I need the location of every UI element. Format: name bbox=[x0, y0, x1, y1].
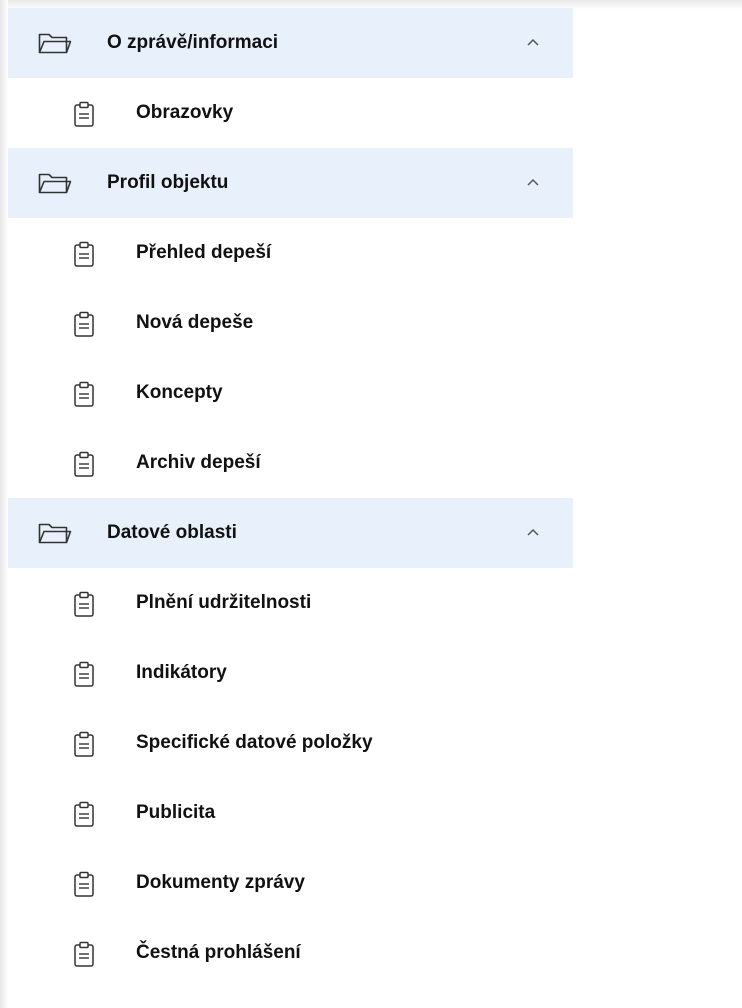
nav-item-dokumenty-zpravy[interactable]: Dokumenty zprávy bbox=[8, 848, 573, 918]
clipboard-icon bbox=[74, 801, 94, 827]
left-edge bbox=[0, 0, 8, 1008]
clipboard-icon bbox=[74, 381, 94, 407]
sidebar-nav: O zprávě/informaci Obrazovky Profil obje… bbox=[8, 8, 573, 1008]
nav-item-label: Přehled depeší bbox=[136, 242, 272, 263]
nav-item-label: Dokumenty zprávy bbox=[136, 872, 305, 893]
clipboard-icon bbox=[74, 661, 94, 687]
folder-icon bbox=[38, 33, 72, 54]
section-title: O zprávě/informaci bbox=[107, 32, 279, 53]
nav-item-label: Koncepty bbox=[136, 382, 223, 403]
folder-icon bbox=[38, 523, 72, 544]
clipboard-icon bbox=[74, 101, 94, 127]
nav-item-indikatory[interactable]: Indikátory bbox=[8, 638, 573, 708]
clipboard-icon bbox=[74, 871, 94, 897]
chevron-up-icon[interactable] bbox=[526, 177, 540, 187]
nav-item-label: Nová depeše bbox=[136, 312, 254, 333]
nav-item-koncepty[interactable]: Koncepty bbox=[8, 358, 573, 428]
section-header-datove-oblasti[interactable]: Datové oblasti bbox=[8, 498, 573, 568]
page: O zprávě/informaci Obrazovky Profil obje… bbox=[0, 0, 742, 1008]
nav-item-label: Specifické datové položky bbox=[136, 732, 373, 753]
nav-item-obrazovky[interactable]: Obrazovky bbox=[8, 78, 573, 148]
nav-item-publicita[interactable]: Publicita bbox=[8, 778, 573, 848]
clipboard-icon bbox=[74, 731, 94, 757]
clipboard-icon bbox=[74, 241, 94, 267]
nav-item-label: Plnění udržitelnosti bbox=[136, 592, 312, 613]
folder-icon bbox=[38, 173, 72, 194]
chevron-up-icon[interactable] bbox=[526, 527, 540, 537]
section-title: Datové oblasti bbox=[107, 522, 237, 543]
nav-item-cestna-prohlaseni[interactable]: Čestná prohlášení bbox=[8, 918, 573, 988]
nav-item-plneni-udrzitelnosti[interactable]: Plnění udržitelnosti bbox=[8, 568, 573, 638]
nav-item-archiv-depesi[interactable]: Archiv depeší bbox=[8, 428, 573, 498]
section-header-o-zprave[interactable]: O zprávě/informaci bbox=[8, 8, 573, 78]
nav-item-nova-depese[interactable]: Nová depeše bbox=[8, 288, 573, 358]
nav-item-specificke-datove-polozky[interactable]: Specifické datové položky bbox=[8, 708, 573, 778]
nav-item-label: Publicita bbox=[136, 802, 216, 823]
nav-item-label: Archiv depeší bbox=[136, 452, 261, 473]
clipboard-icon bbox=[74, 451, 94, 477]
section-title: Profil objektu bbox=[107, 172, 229, 193]
nav-item-label: Čestná prohlášení bbox=[136, 942, 301, 963]
section-header-profil-objektu[interactable]: Profil objektu bbox=[8, 148, 573, 218]
nav-item-prehled-depesi[interactable]: Přehled depeší bbox=[8, 218, 573, 288]
clipboard-icon bbox=[74, 591, 94, 617]
nav-item-label: Obrazovky bbox=[136, 102, 234, 123]
clipboard-icon bbox=[74, 941, 94, 967]
nav-item-label: Indikátory bbox=[136, 662, 227, 683]
clipboard-icon bbox=[74, 311, 94, 337]
chevron-up-icon[interactable] bbox=[526, 37, 540, 47]
